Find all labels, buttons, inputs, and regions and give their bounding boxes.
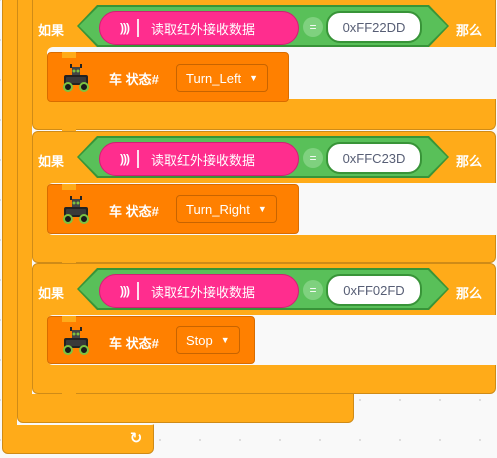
equals-sign: =	[303, 148, 323, 168]
loop-arrow-icon: ↻	[129, 430, 143, 447]
ir-receive-reporter[interactable]: ))) 读取红外接收数据	[99, 11, 299, 45]
car-state-label: 车 状态#	[109, 336, 159, 351]
value-input[interactable]: 0xFFC23D	[326, 142, 422, 174]
state-value: Turn_Left	[186, 70, 242, 86]
reporter-label: 读取红外接收数据	[151, 284, 256, 300]
block-notch	[62, 184, 76, 190]
value-text: 0xFF22DD	[342, 19, 406, 35]
state-value: Turn_Right	[186, 201, 250, 217]
divider	[137, 282, 139, 300]
block-notch	[62, 52, 76, 58]
equals-sign: =	[303, 280, 323, 300]
robot-car-icon	[60, 193, 92, 225]
equals-label: =	[309, 283, 317, 297]
then-label: 那么	[456, 23, 483, 38]
value-text: 0xFFC23D	[342, 150, 406, 166]
ir-receive-reporter[interactable]: ))) 读取红外接收数据	[99, 142, 299, 176]
block-notch	[62, 316, 76, 322]
reporter-label: 读取红外接收数据	[151, 152, 256, 168]
state-value: Stop	[186, 332, 213, 348]
ir-receive-reporter[interactable]: ))) 读取红外接收数据	[99, 274, 299, 308]
reporter-label: 读取红外接收数据	[151, 21, 256, 37]
then-label: 那么	[456, 154, 483, 169]
then-label: 那么	[456, 286, 483, 301]
equals-label: =	[309, 20, 317, 34]
if-label: 如果	[38, 154, 65, 169]
dropdown-caret-icon: ▼	[257, 204, 267, 214]
value-input[interactable]: 0xFF02FD	[326, 274, 422, 306]
infrared-wave-icon: )))	[120, 152, 130, 166]
equals-label: =	[309, 151, 317, 165]
if-label: 如果	[38, 286, 65, 301]
state-dropdown[interactable]: Turn_Left ▼	[176, 64, 269, 92]
block-notch	[62, 390, 76, 396]
value-input[interactable]: 0xFF22DD	[326, 11, 422, 43]
infrared-wave-icon: )))	[120, 284, 130, 298]
equals-sign: =	[303, 17, 323, 37]
robot-car-icon	[60, 61, 92, 93]
if-label: 如果	[38, 23, 65, 38]
state-dropdown[interactable]: Stop ▼	[176, 326, 240, 354]
divider	[137, 19, 139, 37]
dropdown-caret-icon: ▼	[249, 73, 259, 83]
value-text: 0xFF02FD	[343, 282, 405, 298]
dropdown-caret-icon: ▼	[220, 335, 230, 345]
car-state-label: 车 状态#	[109, 72, 159, 87]
robot-car-icon	[60, 324, 92, 356]
infrared-wave-icon: )))	[120, 21, 130, 35]
state-dropdown[interactable]: Turn_Right ▼	[176, 195, 277, 223]
car-state-label: 车 状态#	[109, 204, 159, 219]
divider	[137, 150, 139, 168]
